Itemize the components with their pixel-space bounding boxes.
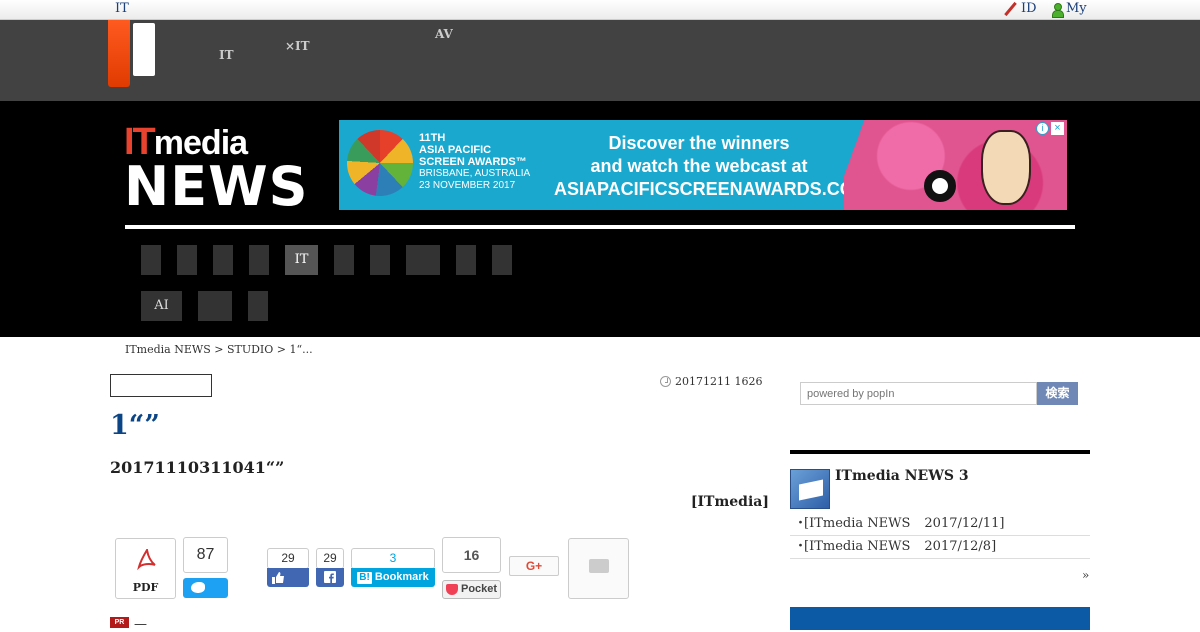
ad-child-figure	[924, 170, 956, 202]
mail-magazine-heading: ITmedia NEWS 3	[835, 468, 969, 484]
ad-info-icon[interactable]: i	[1036, 122, 1049, 135]
site-nav: IT ×IT AV	[0, 20, 1200, 101]
award-star-icon	[347, 130, 413, 196]
mypage-label: My	[1066, 1, 1087, 16]
award-line-1: 11TH	[419, 132, 446, 144]
pdf-button[interactable]: PDF	[115, 538, 176, 599]
clock-icon	[660, 376, 671, 387]
category-tab-ai[interactable]: AI	[141, 291, 182, 321]
facebook-share-button[interactable]	[316, 568, 344, 587]
site-search-button[interactable]: 検索	[1037, 382, 1078, 405]
masthead-divider	[125, 225, 1075, 229]
bullet: ・	[794, 516, 808, 531]
award-text: 11TH ASIA PACIFIC SCREEN AWARDS™ BRISBAN…	[419, 132, 530, 192]
masthead: ITmedia NEWS 11TH ASIA PACIFIC SCREEN AW…	[0, 101, 1200, 337]
award-line-5: 23 NOVEMBER 2017	[419, 180, 516, 191]
category-tab-8[interactable]	[406, 245, 440, 275]
article-date: 20171211 1626	[660, 375, 762, 388]
logo-news: NEWS	[124, 155, 309, 218]
category-tab-10[interactable]	[492, 245, 512, 275]
pdf-icon	[137, 549, 156, 571]
category-tab-it[interactable]: IT	[285, 245, 318, 275]
login-label: ID	[1021, 1, 1037, 16]
category-tab-6[interactable]	[334, 245, 354, 275]
ad-message-line-1: Discover the winners	[608, 133, 790, 153]
site-search-input[interactable]	[800, 382, 1037, 405]
pocket-count: 16	[442, 537, 501, 573]
twitter-count: 87	[183, 537, 228, 573]
article-date-text: 20171211 1626	[675, 375, 763, 388]
nav-item-2-line2: ×IT	[285, 39, 310, 53]
ad-message-line-3: ASIAPACIFICSCREENAWARDS.COM	[554, 179, 869, 199]
award-line-4: BRISBANE, AUSTRALIA	[419, 168, 531, 179]
award-line-2: ASIA PACIFIC	[419, 144, 492, 156]
thumbs-up-icon	[272, 572, 284, 584]
hatena-bookmark-button[interactable]: B! Bookmark	[351, 568, 435, 587]
category-tab-7[interactable]	[370, 245, 390, 275]
itmedia-logo-tab[interactable]	[108, 20, 130, 87]
article-title: 1“”	[110, 410, 160, 441]
article-byline: [ITmedia]	[690, 494, 769, 510]
envelope-plus-icon	[589, 559, 609, 573]
hatena-count: 3	[351, 548, 435, 569]
category-tab-1[interactable]	[141, 245, 161, 275]
nav-item-3-line1: AV	[435, 27, 453, 41]
mail-magazine-icon	[790, 469, 830, 509]
pocket-button[interactable]: Pocket	[442, 580, 501, 599]
ad-face-figure	[981, 130, 1031, 205]
category-tab-2[interactable]	[177, 245, 197, 275]
category-tab-9[interactable]	[456, 245, 476, 275]
category-tab-3[interactable]	[213, 245, 233, 275]
top-brand-link[interactable]: IT	[115, 1, 129, 16]
nav-item-3[interactable]: AV	[435, 28, 453, 40]
category-tab-4[interactable]	[249, 245, 269, 275]
more-link[interactable]: »	[1082, 568, 1089, 582]
category-tab-12[interactable]	[198, 291, 232, 321]
facebook-like-button[interactable]	[267, 568, 309, 587]
nav-item-2[interactable]: ×IT	[285, 28, 310, 52]
itmedia-logo-mark	[133, 23, 155, 76]
twitter-button[interactable]	[183, 578, 228, 598]
itmedia-news-logo[interactable]: ITmedia NEWS	[124, 123, 309, 214]
list-item-date: 2017/12/11]	[924, 516, 1005, 531]
article-subtitle: 20171110311041“”	[110, 458, 285, 477]
nav-item-1[interactable]: IT	[219, 28, 234, 61]
ad-message: Discover the winners and watch the webca…	[554, 132, 869, 201]
pr-badge: PR	[110, 617, 129, 628]
pocket-label: Pocket	[461, 583, 498, 595]
facebook-like-count: 29	[267, 548, 309, 569]
sidebar-banner[interactable]	[790, 607, 1090, 630]
ad-artwork	[844, 120, 1067, 210]
list-item[interactable]: ・[ITmedia NEWS 2017/12/8]	[790, 536, 1090, 559]
mypage-link[interactable]: My	[1051, 1, 1087, 18]
login-link[interactable]: ID	[1003, 1, 1037, 16]
ad-banner[interactable]: 11TH ASIA PACIFIC SCREEN AWARDS™ BRISBAN…	[339, 120, 1067, 210]
pencil-icon	[1003, 2, 1017, 16]
top-bar: IT ID My	[0, 0, 1200, 20]
list-item-name: [ITmedia NEWS	[804, 516, 911, 531]
ad-close-icon[interactable]: ×	[1051, 122, 1064, 135]
breadcrumb[interactable]: ITmedia NEWS > STUDIO > 1“...	[125, 343, 313, 356]
user-icon	[1051, 2, 1064, 18]
category-tab-13[interactable]	[248, 291, 268, 321]
google-plus-button[interactable]: G+	[509, 556, 559, 576]
nav-item-1-line2: IT	[219, 48, 234, 62]
bullet: ・	[794, 539, 808, 554]
list-item[interactable]: ・[ITmedia NEWS 2017/12/11]	[790, 513, 1090, 536]
sidebar-divider	[790, 450, 1090, 454]
facebook-icon	[324, 571, 336, 583]
list-item-date: 2017/12/8]	[924, 539, 997, 554]
hatena-b-icon: B!	[357, 572, 372, 584]
pdf-label: PDF	[132, 581, 159, 594]
ad-message-line-2: and watch the webcast at	[590, 156, 808, 176]
mail-share-button[interactable]	[568, 538, 629, 599]
twitter-bird-icon	[191, 582, 205, 593]
facebook-share-count: 29	[316, 548, 344, 569]
list-item-name: [ITmedia NEWS	[804, 539, 911, 554]
hatena-label: Bookmark	[374, 571, 429, 583]
article-tag-box	[110, 374, 212, 397]
award-line-3: SCREEN AWARDS™	[419, 156, 527, 168]
